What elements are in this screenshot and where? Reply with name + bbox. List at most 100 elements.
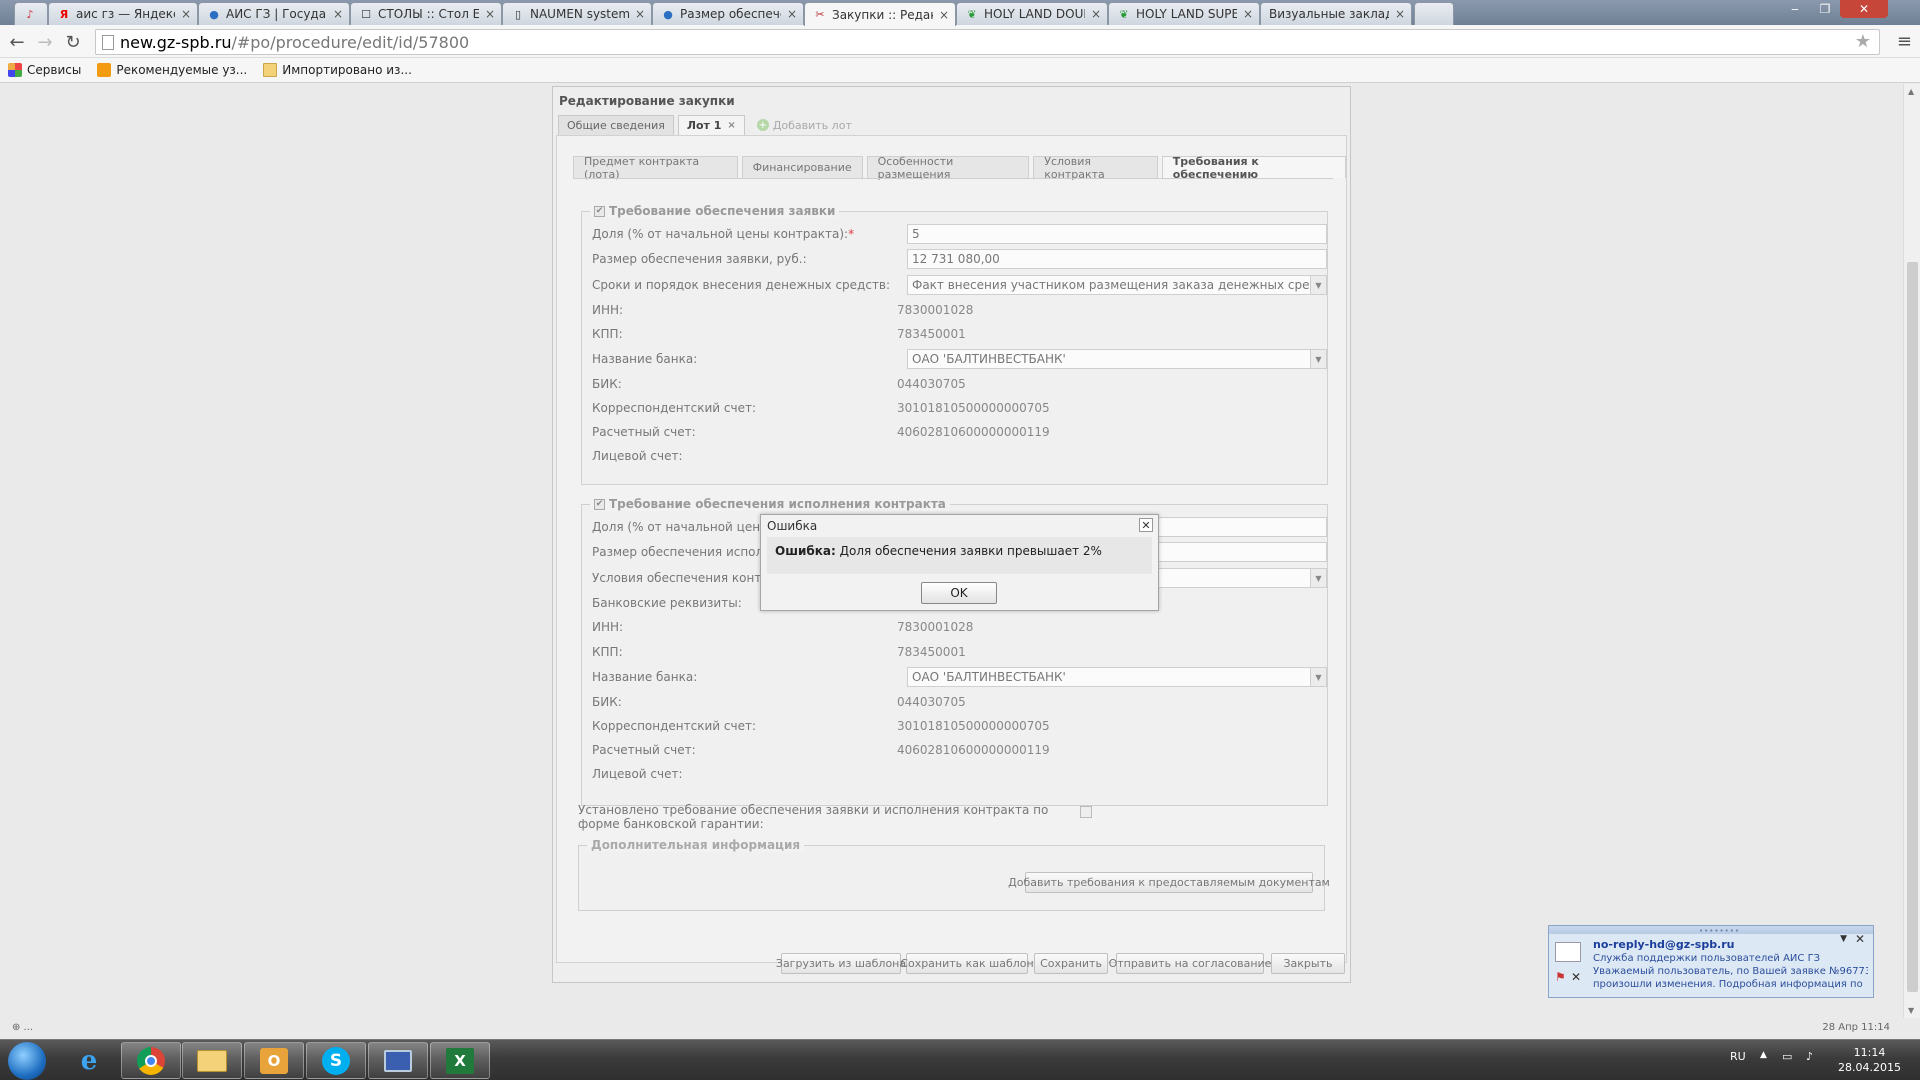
skype-icon[interactable]: S xyxy=(306,1042,366,1079)
bid-bik-row: БИК: 044030705 xyxy=(592,377,966,391)
dialog-title: Ошибка xyxy=(767,519,818,533)
bid-account-row: Расчетный счет: 40602810600000000119 xyxy=(592,425,1050,439)
chevron-down-icon[interactable]: ▼ xyxy=(1310,668,1326,686)
bid-share-input[interactable]: 5 xyxy=(907,224,1327,244)
taskbar-clock[interactable]: 11:14 28.04.2015 xyxy=(1838,1045,1901,1075)
bid-amount-input[interactable]: 12 731 080,00 xyxy=(907,249,1327,269)
browser-tab[interactable]: ❦ HOLY LAND SUPER Lotio× xyxy=(1108,2,1260,25)
address-bar[interactable]: new.gz-spb.ru/#po/procedure/edit/id/5780… xyxy=(95,29,1880,55)
contract-bank-select[interactable]: ОАО 'БАЛТИНВЕСТБАНК' ▼ xyxy=(907,667,1327,687)
load-template-button[interactable]: Загрузить из шаблона xyxy=(776,953,906,974)
bid-corr-row: Корреспондентский счет: 3010181050000000… xyxy=(592,401,1050,415)
bookmark-icon xyxy=(97,63,112,77)
new-tab-button[interactable] xyxy=(1414,2,1454,25)
send-approval-button[interactable]: Отправить на согласование xyxy=(1109,953,1271,974)
additional-info-legend: Дополнительная информация xyxy=(587,838,805,852)
page-scrollbar[interactable]: ▲ ▼ xyxy=(1903,84,1920,1018)
chrome-icon[interactable] xyxy=(121,1042,181,1079)
doc-icon: ▯ xyxy=(514,7,522,21)
close-icon[interactable]: × xyxy=(333,7,343,21)
back-arrow-icon[interactable]: ← xyxy=(6,31,28,53)
browser-tab[interactable]: Визуальные закладки× xyxy=(1260,2,1412,25)
bookmark-imported[interactable]: Импортировано из... xyxy=(263,63,412,77)
reload-icon[interactable]: ↻ xyxy=(62,31,84,53)
close-icon[interactable]: × xyxy=(727,120,735,131)
notification-titlebar: •••••••• xyxy=(1549,926,1873,935)
outlook-icon[interactable]: O xyxy=(244,1042,304,1079)
bid-bank-select[interactable]: ОАО 'БАЛТИНВЕСТБАНК' ▼ xyxy=(907,349,1327,369)
close-icon[interactable]: × xyxy=(1091,7,1101,21)
browser-tab[interactable]: Я аис гз — Яндекс: нашло× xyxy=(48,2,198,25)
file-explorer-icon[interactable] xyxy=(182,1042,242,1079)
flag-icon[interactable]: ⚑ xyxy=(1555,970,1566,984)
browser-tab[interactable]: ● АИС ГЗ | Государственн× xyxy=(198,2,350,25)
tray-expand-icon[interactable]: ▲ xyxy=(1760,1050,1767,1060)
ok-button[interactable]: OK xyxy=(921,582,997,604)
bookmark-services[interactable]: Сервисы xyxy=(8,63,81,77)
window-close-icon[interactable]: ✕ xyxy=(1840,0,1888,18)
bookmarks-bar: Сервисы Рекомендуемые уз... Импортирован… xyxy=(0,58,1920,83)
tab-contract-terms[interactable]: Условия контракта xyxy=(1033,155,1158,181)
chevron-down-icon[interactable]: ▼ xyxy=(1310,276,1326,294)
section-tabs: Предмет контракта (лота) Финансирование … xyxy=(573,155,1346,181)
contract-bik-row: БИК: 044030705 xyxy=(592,695,966,709)
tab-placement[interactable]: Особенности размещения xyxy=(866,155,1030,181)
close-button[interactable]: Закрыть xyxy=(1271,953,1345,974)
menu-icon[interactable]: ≡ xyxy=(1897,31,1912,52)
close-icon[interactable]: × xyxy=(1395,7,1405,21)
tab-financing[interactable]: Финансирование xyxy=(741,156,863,178)
dialog-close-icon[interactable]: ✕ xyxy=(1139,518,1153,532)
close-icon[interactable]: × xyxy=(787,7,797,21)
close-icon[interactable]: × xyxy=(635,7,645,21)
close-icon[interactable]: × xyxy=(939,8,949,22)
browser-tab-active[interactable]: ✂ Закупки :: Редактирован× xyxy=(804,2,956,26)
network-icon[interactable]: ▭ xyxy=(1782,1050,1792,1063)
notification-line: произошли изменения. Подробная информаци… xyxy=(1593,979,1863,990)
scroll-up-icon[interactable]: ▲ xyxy=(1908,87,1914,96)
close-icon[interactable]: × xyxy=(1243,7,1253,21)
contract-security-checkbox[interactable]: ✔ xyxy=(594,498,605,510)
remote-desktop-icon[interactable] xyxy=(368,1042,428,1079)
contract-personal-row: Лицевой счет: xyxy=(592,767,683,781)
panel-title: Редактирование закупки xyxy=(559,94,735,108)
contract-kpp-row: КПП: 783450001 xyxy=(592,645,966,659)
browser-tab[interactable]: ▯ NAUMEN system × xyxy=(502,2,652,25)
save-button[interactable]: Сохранить xyxy=(1034,953,1108,974)
volume-icon[interactable]: ♪ xyxy=(1806,1050,1813,1063)
mail-notification[interactable]: •••••••• ▼ ✕ ⚑ ✕ no-reply-hd@gz-spb.ru С… xyxy=(1548,925,1874,998)
close-icon[interactable]: × xyxy=(485,7,495,21)
tab-contract-subject[interactable]: Предмет контракта (лота) xyxy=(573,155,738,181)
restore-icon[interactable]: ❐ xyxy=(1810,0,1840,18)
add-document-requirements-button[interactable]: Добавить требования к предоставляемым до… xyxy=(1008,872,1330,893)
internet-explorer-icon[interactable]: e xyxy=(59,1042,119,1079)
close-icon[interactable]: ✕ xyxy=(1855,932,1865,946)
browser-tab[interactable]: ♪ xyxy=(14,2,48,25)
scissors-icon: ✂ xyxy=(815,8,825,21)
excel-icon[interactable]: X xyxy=(430,1042,490,1079)
browser-tab[interactable]: ☐ СТОЛЫ :: Стол Eames DS× xyxy=(350,2,502,25)
tab-lot-1[interactable]: Лот 1 × xyxy=(677,115,745,135)
bank-guarantee-checkbox[interactable] xyxy=(1080,806,1092,818)
bookmark-recommended[interactable]: Рекомендуемые уз... xyxy=(97,63,247,77)
chevron-down-icon[interactable]: ▼ xyxy=(1840,934,1847,944)
bid-security-checkbox[interactable]: ✔ xyxy=(594,205,605,217)
chevron-down-icon[interactable]: ▼ xyxy=(1310,350,1326,368)
close-icon[interactable]: × xyxy=(181,7,191,21)
tab-general[interactable]: Общие сведения xyxy=(558,115,674,135)
language-indicator[interactable]: RU xyxy=(1730,1050,1746,1063)
star-icon[interactable]: ★ xyxy=(1855,31,1871,52)
chevron-down-icon[interactable]: ▼ xyxy=(1310,569,1326,587)
scrollbar-thumb[interactable] xyxy=(1907,262,1918,992)
add-lot-button[interactable]: + Добавить лот xyxy=(749,115,860,135)
tab-security-requirements[interactable]: Требования к обеспечению xyxy=(1161,155,1346,181)
windows-taskbar: e O S X RU ▲ ▭ ♪ 11:14 28.04.2015 xyxy=(0,1039,1920,1080)
scroll-down-icon[interactable]: ▼ xyxy=(1908,1006,1914,1015)
bid-terms-select[interactable]: Факт внесения участником размещения зака… xyxy=(907,275,1327,295)
browser-tab[interactable]: ● Размер обеспечения за× xyxy=(652,2,804,25)
save-template-button[interactable]: Сохранить как шаблон xyxy=(900,953,1034,974)
minimize-icon[interactable]: ‒ xyxy=(1780,0,1810,18)
windows-start-icon[interactable] xyxy=(8,1042,46,1080)
delete-icon[interactable]: ✕ xyxy=(1571,970,1581,984)
browser-tab[interactable]: ❦ HOLY LAND DOUBLE AC× xyxy=(956,2,1108,25)
forward-arrow-icon[interactable]: → xyxy=(34,31,56,53)
